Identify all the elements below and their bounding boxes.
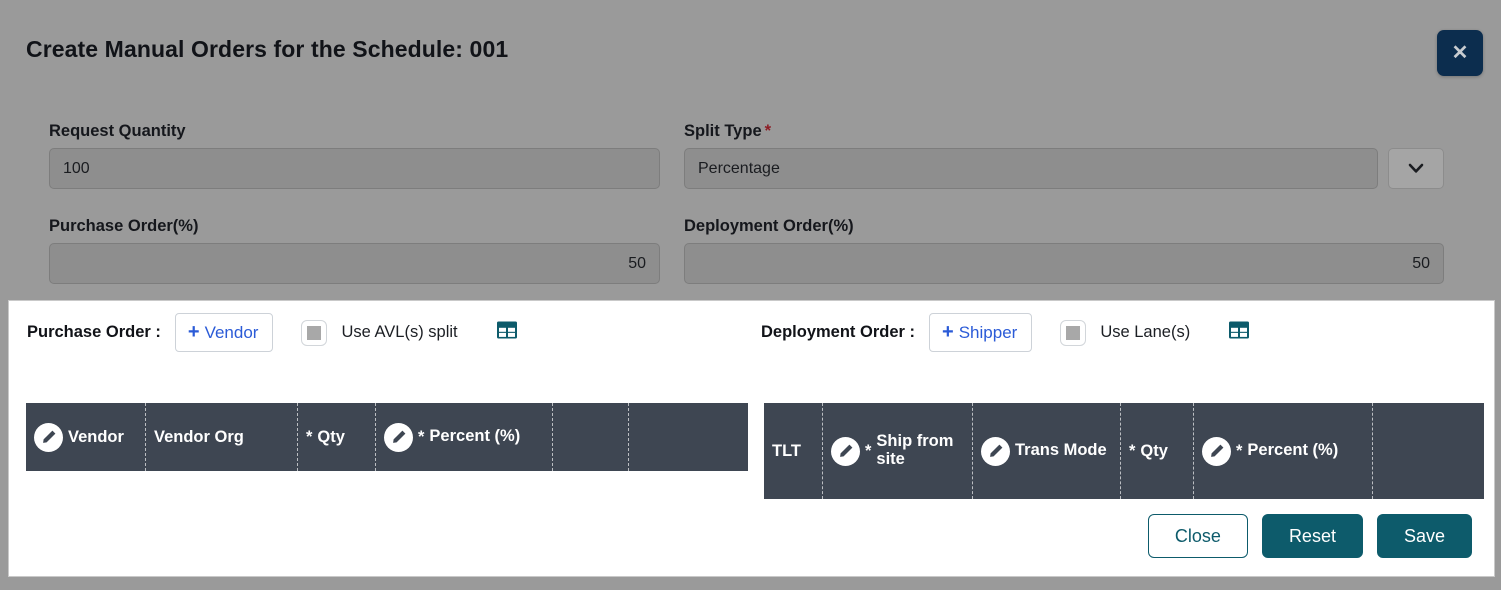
order-lines-panel: Purchase Order : + Vendor Use AVL(s) spl… bbox=[8, 300, 1495, 577]
edit-pencil-icon[interactable] bbox=[384, 423, 413, 452]
purchase-order-pct-input[interactable] bbox=[49, 243, 660, 284]
required-marker: * bbox=[762, 122, 771, 140]
split-type-select-wrap bbox=[684, 148, 1444, 189]
purchase-order-table-header: Vendor Vendor Org * Qty * Percent (%) bbox=[26, 403, 748, 471]
use-lanes-label: Use Lane(s) bbox=[1100, 323, 1190, 342]
request-quantity-group: Request Quantity bbox=[49, 122, 660, 189]
column-header-label: Qty bbox=[1140, 442, 1168, 461]
column-header-label: Percent (%) bbox=[1247, 442, 1338, 460]
order-form-section: Create Manual Orders for the Schedule: 0… bbox=[0, 0, 1501, 300]
column-header-qty: * Qty bbox=[298, 403, 376, 471]
required-marker: * bbox=[418, 428, 424, 447]
required-marker: * bbox=[1129, 442, 1135, 461]
add-shipper-label: Shipper bbox=[959, 324, 1018, 341]
page-title: Create Manual Orders for the Schedule: 0… bbox=[26, 36, 508, 63]
request-quantity-input[interactable] bbox=[49, 148, 660, 189]
column-header-vendor-org: Vendor Org bbox=[146, 403, 298, 471]
edit-pencil-icon[interactable] bbox=[34, 423, 63, 452]
column-header-percent: * Percent (%) bbox=[1194, 403, 1373, 499]
deployment-order-section-label: Deployment Order : bbox=[761, 323, 915, 342]
checkbox-indeterminate-mark bbox=[307, 326, 321, 340]
column-header-label: Vendor Org bbox=[154, 428, 244, 447]
dialog-footer: Close Reset Save bbox=[1148, 514, 1472, 558]
deployment-order-table: TLT * Ship from site Trans Mode * Qty * Percent… bbox=[764, 403, 1484, 499]
table-grid-icon[interactable] bbox=[1228, 319, 1250, 346]
column-header-empty bbox=[1373, 403, 1484, 499]
edit-pencil-icon[interactable] bbox=[831, 437, 860, 466]
split-type-select-value[interactable] bbox=[684, 148, 1378, 189]
add-shipper-button[interactable]: + Shipper bbox=[929, 313, 1032, 352]
close-button[interactable]: Close bbox=[1148, 514, 1248, 558]
add-vendor-button[interactable]: + Vendor bbox=[175, 313, 274, 352]
add-vendor-label: Vendor bbox=[205, 324, 259, 341]
deployment-order-table-header: TLT * Ship from site Trans Mode * Qty * Percent… bbox=[764, 403, 1484, 499]
purchase-order-toolbar: Purchase Order : + Vendor Use AVL(s) spl… bbox=[27, 313, 518, 352]
use-avl-split-label: Use AVL(s) split bbox=[341, 323, 457, 342]
column-header-qty: * Qty bbox=[1121, 403, 1194, 499]
required-marker: * bbox=[306, 428, 312, 447]
edit-pencil-icon[interactable] bbox=[981, 437, 1010, 466]
column-header-percent: * Percent (%) bbox=[376, 403, 553, 471]
close-icon-button[interactable]: ✕ bbox=[1437, 30, 1483, 76]
required-marker: * bbox=[865, 442, 871, 461]
column-header-ship-from-site: * Ship from site bbox=[823, 403, 973, 499]
use-avl-split-checkbox[interactable] bbox=[301, 320, 327, 346]
deployment-order-toolbar: Deployment Order : + Shipper Use Lane(s) bbox=[761, 313, 1250, 352]
deployment-order-pct-input[interactable] bbox=[684, 243, 1444, 284]
plus-icon: + bbox=[942, 322, 954, 342]
column-header-label: Percent (%) bbox=[429, 428, 520, 446]
deployment-order-pct-label: Deployment Order(%) bbox=[684, 217, 1444, 236]
lines-toolbar: Purchase Order : + Vendor Use AVL(s) spl… bbox=[9, 301, 1494, 371]
plus-icon: + bbox=[188, 322, 200, 342]
use-lanes-checkbox[interactable] bbox=[1060, 320, 1086, 346]
deployment-order-pct-group: Deployment Order(%) bbox=[684, 217, 1444, 284]
split-type-label-text: Split Type bbox=[684, 122, 762, 140]
table-grid-icon[interactable] bbox=[496, 319, 518, 346]
column-header-label: TLT bbox=[772, 442, 801, 461]
checkbox-indeterminate-mark bbox=[1066, 326, 1080, 340]
save-button[interactable]: Save bbox=[1377, 514, 1472, 558]
column-header-empty bbox=[553, 403, 629, 471]
column-header-empty bbox=[629, 403, 748, 471]
column-header-tlt: TLT bbox=[764, 403, 823, 499]
manual-orders-modal: Create Manual Orders for the Schedule: 0… bbox=[0, 0, 1501, 590]
split-type-group: Split Type* bbox=[684, 122, 1444, 189]
column-header-trans-mode: Trans Mode bbox=[973, 403, 1121, 499]
chevron-down-icon[interactable] bbox=[1388, 148, 1444, 189]
purchase-order-pct-group: Purchase Order(%) bbox=[49, 217, 660, 284]
split-type-label: Split Type* bbox=[684, 122, 1444, 141]
column-header-label: Qty bbox=[317, 428, 345, 447]
request-quantity-label: Request Quantity bbox=[49, 122, 660, 141]
column-header-label: Vendor bbox=[68, 428, 124, 447]
purchase-order-table: Vendor Vendor Org * Qty * Percent (%) bbox=[26, 403, 748, 471]
purchase-order-pct-label: Purchase Order(%) bbox=[49, 217, 660, 236]
column-header-label: Ship from site bbox=[876, 433, 964, 469]
column-header-label: Trans Mode bbox=[1015, 442, 1107, 460]
required-marker: * bbox=[1236, 442, 1242, 461]
column-header-vendor: Vendor bbox=[26, 403, 146, 471]
page-bottom-strip bbox=[0, 577, 1501, 590]
reset-button[interactable]: Reset bbox=[1262, 514, 1363, 558]
purchase-order-section-label: Purchase Order : bbox=[27, 323, 161, 342]
edit-pencil-icon[interactable] bbox=[1202, 437, 1231, 466]
